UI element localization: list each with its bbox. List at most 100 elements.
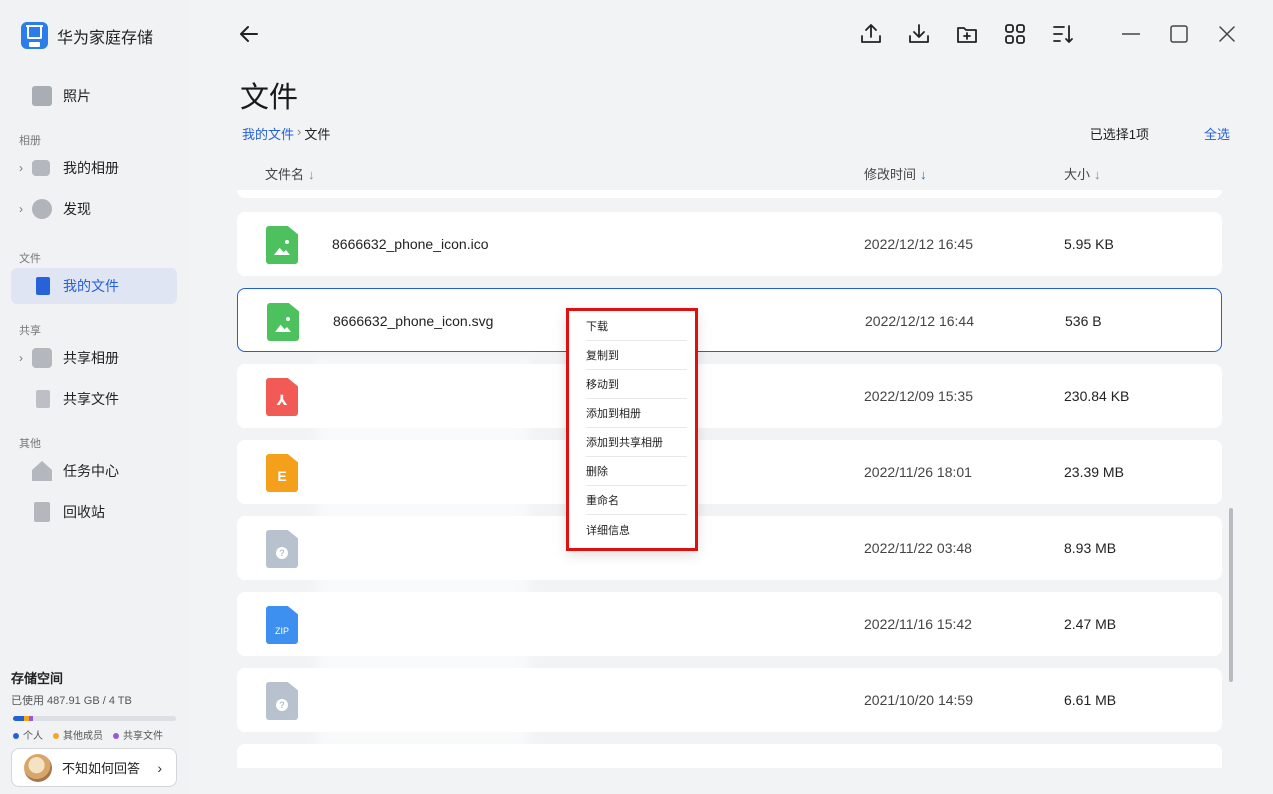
discover-icon: [32, 199, 52, 219]
sidebar-item-label: 回收站: [63, 504, 105, 520]
sidebar-item-photos[interactable]: 照片: [11, 78, 177, 114]
sidebar-item-my-files[interactable]: 我的文件: [11, 268, 177, 304]
column-header-name[interactable]: 文件名 ↓: [265, 164, 315, 183]
context-menu-item[interactable]: 删除: [586, 457, 687, 486]
context-menu-item[interactable]: 复制到: [586, 341, 687, 370]
file-size: 6.61 MB: [1064, 692, 1117, 708]
chevron-right-icon: ›: [157, 759, 162, 776]
user-card[interactable]: 不知如何回答 ›: [11, 748, 177, 787]
sidebar-item-my-albums[interactable]: › 我的相册: [11, 150, 177, 186]
context-menu: 下载 复制到 移动到 添加到相册 添加到共享相册 删除 重命名 详细信息: [566, 308, 698, 551]
context-menu-item[interactable]: 下载: [586, 312, 687, 341]
breadcrumb-root[interactable]: 我的文件: [242, 124, 294, 143]
select-all-button[interactable]: 全选: [1204, 124, 1230, 143]
sidebar: 华为家庭存储 照片 相册 › 我的相册 › 发现 文件 我的文件 共享 › 共享…: [0, 0, 189, 794]
page-title: 文件: [240, 82, 299, 114]
legend-personal: 个人: [13, 727, 43, 742]
table-row[interactable]: [237, 190, 1222, 198]
storage-legend: 个人 其他成员 共享文件: [13, 727, 181, 742]
unknown-file-icon: ?: [266, 530, 298, 568]
sidebar-item-shared-files[interactable]: 共享文件: [11, 381, 177, 417]
section-label-album: 相册: [19, 135, 41, 147]
chevron-right-icon[interactable]: ›: [19, 351, 27, 365]
file-size: 536 B: [1065, 313, 1102, 329]
zip-file-icon: ZIP: [266, 606, 298, 644]
shared-file-icon: [36, 390, 50, 408]
file-modified-time: 2022/11/26 18:01: [864, 464, 972, 480]
storage-panel: 存储空间 已使用 487.91 GB / 4 TB 个人 其他成员 共享文件: [11, 668, 181, 742]
context-menu-item[interactable]: 添加到相册: [586, 399, 687, 428]
grid-view-icon[interactable]: [1003, 22, 1027, 46]
storage-title: 存储空间: [11, 671, 64, 686]
unknown-file-icon: ?: [266, 682, 298, 720]
sidebar-item-label: 照片: [63, 88, 91, 104]
context-menu-item[interactable]: 移动到: [586, 370, 687, 399]
chevron-right-icon[interactable]: ›: [19, 202, 27, 216]
column-header-size[interactable]: 大小 ↓: [1064, 164, 1101, 183]
image-file-icon: [267, 303, 299, 341]
context-menu-item[interactable]: 重命名: [586, 486, 687, 515]
file-size: 23.39 MB: [1064, 464, 1124, 480]
file-size: 2.47 MB: [1064, 616, 1117, 632]
sidebar-item-label: 我的文件: [63, 278, 119, 294]
table-row[interactable]: 8666632_phone_icon.ico 2022/12/12 16:45 5.…: [237, 212, 1222, 276]
sidebar-item-task-center[interactable]: 任务中心: [11, 453, 177, 489]
file-size: 5.95 KB: [1064, 236, 1114, 252]
context-menu-item[interactable]: 详细信息: [586, 515, 687, 544]
app-title: 华为家庭存储: [57, 29, 154, 47]
maximize-icon[interactable]: [1167, 22, 1191, 46]
context-menu-item[interactable]: 添加到共享相册: [586, 428, 687, 457]
file-size: 230.84 KB: [1064, 388, 1130, 404]
table-row[interactable]: 8666632_phone_icon.svg 2022/12/12 16:44 53…: [237, 288, 1222, 352]
scrollbar[interactable]: [1229, 508, 1233, 682]
sidebar-item-label: 任务中心: [63, 463, 119, 479]
selected-count: 已选择1项: [1089, 127, 1149, 142]
sort-arrow-icon: ↓: [308, 167, 315, 182]
sort-icon[interactable]: [1051, 22, 1075, 46]
sidebar-item-label: 共享相册: [63, 350, 119, 366]
download-icon[interactable]: [907, 22, 931, 46]
user-name: 不知如何回答: [62, 761, 141, 776]
upload-icon[interactable]: [859, 22, 883, 46]
file-icon: [36, 277, 50, 295]
e-file-icon: E: [266, 454, 298, 492]
task-center-icon: [32, 461, 52, 481]
album-icon: [32, 160, 50, 176]
file-modified-time: 2021/10/20 14:59: [864, 692, 973, 708]
file-modified-time: 2022/11/16 15:42: [864, 616, 972, 632]
legend-members: 其他成员: [53, 727, 103, 742]
minimize-icon[interactable]: [1119, 22, 1143, 46]
photo-icon: [32, 86, 52, 106]
section-label-files: 文件: [19, 253, 41, 265]
sort-arrow-icon: ↓: [1094, 167, 1101, 182]
sidebar-item-label: 发现: [63, 201, 91, 217]
column-header-modified[interactable]: 修改时间 ↓: [864, 164, 927, 183]
file-modified-time: 2022/12/12 16:44: [865, 313, 974, 329]
storage-fill-shared: [29, 716, 33, 721]
breadcrumb-current: 文件: [304, 127, 331, 142]
section-label-other: 其他: [19, 438, 41, 450]
file-name: 8666632_phone_icon.svg: [333, 313, 494, 329]
sort-arrow-icon: ↓: [920, 167, 927, 182]
house-icon: [21, 22, 48, 49]
sidebar-item-shared-albums[interactable]: › 共享相册: [11, 340, 177, 376]
sidebar-item-discover[interactable]: › 发现: [11, 191, 177, 227]
chevron-right-icon[interactable]: ›: [19, 161, 27, 175]
pdf-file-icon: ⅄: [266, 378, 298, 416]
breadcrumb: 我的文件 › 文件: [242, 124, 330, 143]
new-folder-icon[interactable]: [955, 22, 979, 46]
file-modified-time: 2022/12/12 16:45: [864, 236, 973, 252]
shared-album-icon: [32, 348, 52, 368]
avatar: [24, 753, 52, 782]
image-file-icon: [266, 226, 298, 264]
close-icon[interactable]: [1215, 22, 1239, 46]
storage-used: 已使用 487.91 GB / 4 TB: [11, 695, 132, 707]
back-arrow-icon[interactable]: [237, 22, 261, 46]
sidebar-item-label: 共享文件: [63, 391, 119, 407]
breadcrumb-separator: ›: [297, 124, 302, 139]
storage-fill-personal: [13, 716, 25, 721]
file-name: 8666632_phone_icon.ico: [332, 236, 489, 252]
privacy-blur: [316, 360, 530, 752]
sidebar-item-recycle-bin[interactable]: 回收站: [11, 494, 177, 530]
trash-icon: [34, 502, 50, 522]
